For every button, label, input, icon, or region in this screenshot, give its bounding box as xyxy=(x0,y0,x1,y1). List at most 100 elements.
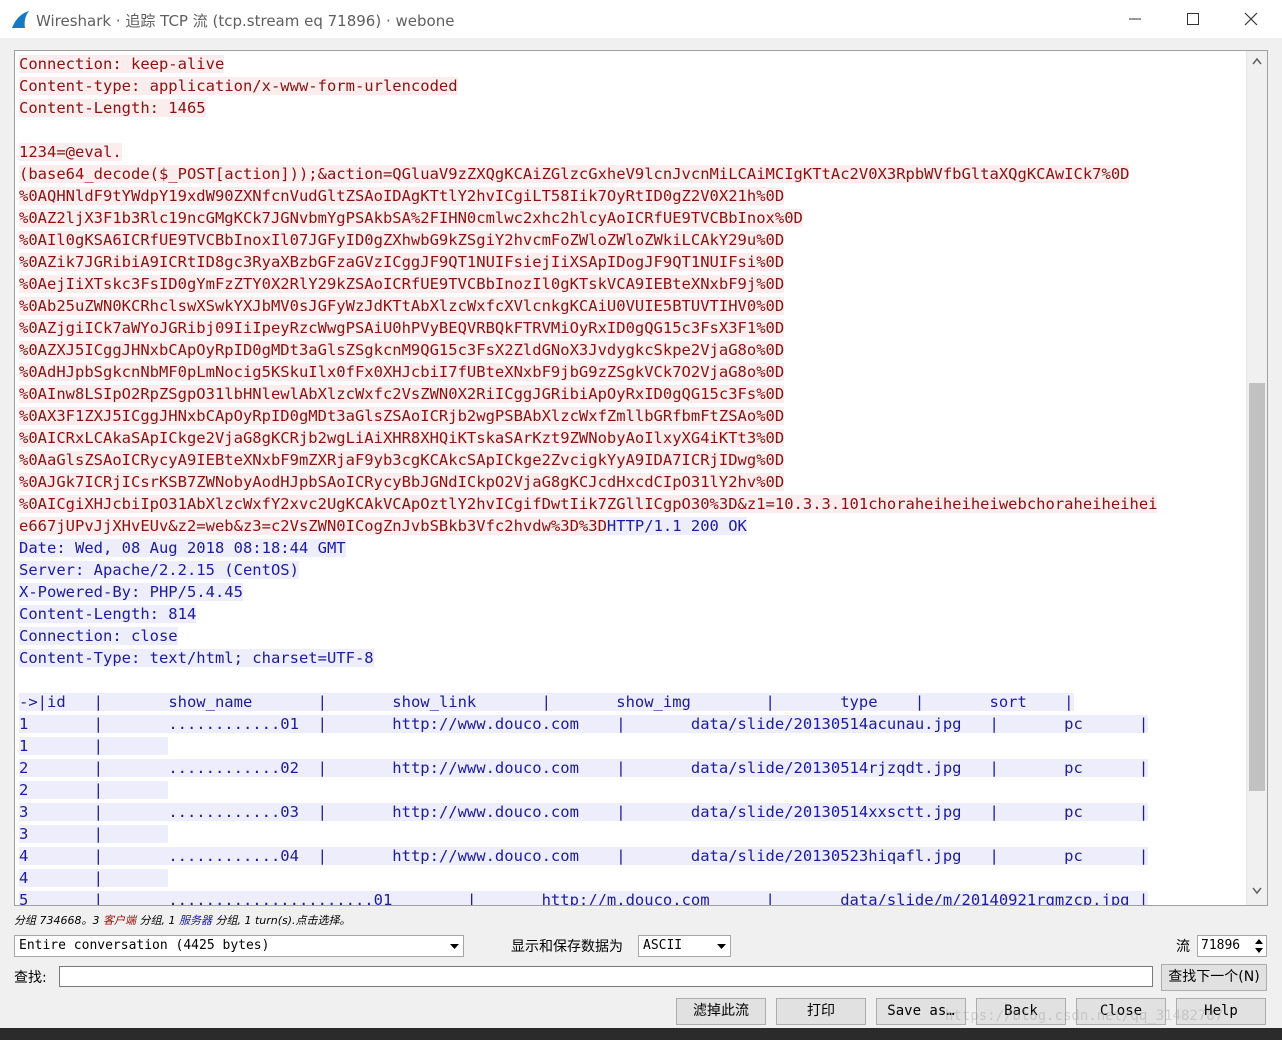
stream-line: 3 | ............03 | http://www.douco.co… xyxy=(19,801,1245,823)
stream-line: Connection: close xyxy=(19,625,1245,647)
stream-line: Date: Wed, 08 Aug 2018 08:18:44 GMT xyxy=(19,537,1245,559)
server-text: Date: Wed, 08 Aug 2018 08:18:44 GMT xyxy=(19,539,346,557)
stream-line xyxy=(19,119,1245,141)
stream-line: %0AejIiXTskc3FsID0gYmFzZTY0X2RlY29kZSAoI… xyxy=(19,273,1245,295)
stream-line: 4 | xyxy=(19,867,1245,889)
stream-line: Content-Length: 1465 xyxy=(19,97,1245,119)
server-text: 2 | xyxy=(19,781,169,799)
stream-content-view[interactable]: Connection: keep-alive Content-type: appl… xyxy=(14,50,1268,906)
stream-line: %0AICgiXHJcbiIpO31AbXlzcWxfY2xvc2UgKCAkV… xyxy=(19,493,1245,515)
stream-line: %0AaGlsZSAoICRycyA9IEBteXNxbF9mZXRjaF9yb… xyxy=(19,449,1245,471)
server-text: Server: Apache/2.2.15 (CentOS) xyxy=(19,561,299,579)
status-prefix: 分组 734668。3 xyxy=(14,914,103,927)
stream-line: %0AJGk7ICRjICsrKSB7ZWNobyAodHJpbSAoICRyc… xyxy=(19,471,1245,493)
stream-lines: Connection: keep-alive Content-type: appl… xyxy=(19,53,1245,905)
scroll-down-arrow-icon[interactable] xyxy=(1252,887,1262,895)
minimize-button[interactable] xyxy=(1106,0,1164,38)
stream-line: %0Ab25uZWN0KCRhclswXSwkYXJbMV0sJGFyWzJdK… xyxy=(19,295,1245,317)
server-text: 3 | xyxy=(19,825,169,843)
spin-down-icon[interactable] xyxy=(1255,948,1263,953)
status-suffix: 分组, 1 turn(s).点击选择。 xyxy=(211,914,351,927)
close-window-button[interactable] xyxy=(1222,0,1280,38)
status-middle: 分组, 1 xyxy=(135,914,179,927)
server-text: 4 | ............04 | http://www.douco.co… xyxy=(19,847,1149,865)
stream-line: %0AZjgiICk7aWYoJGRibj09IiIpeyRzcWwgPSAiU… xyxy=(19,317,1245,339)
stream-line: Connection: keep-alive xyxy=(19,53,1245,75)
stream-line: (base64_decode($_POST[action]));&action=… xyxy=(19,163,1245,185)
scroll-up-arrow-icon[interactable] xyxy=(1252,57,1262,65)
client-text: (base64_decode($_POST[action]));&action=… xyxy=(19,165,1130,183)
stream-line: 1234=@eval. xyxy=(19,141,1245,163)
print-button[interactable]: 打印 xyxy=(776,998,866,1025)
client-text: %0AQHNldF9tYWdpY19xdW90ZXNfcnVudGltZSAoI… xyxy=(19,187,785,205)
server-text: X-Powered-By: PHP/5.4.45 xyxy=(19,583,243,601)
find-input[interactable] xyxy=(59,966,1153,987)
server-text: Connection: close xyxy=(19,627,178,645)
client-text: %0AZik7JGRibiA9ICRtID8gc3RyaXBzbGFzaGVzI… xyxy=(19,253,785,271)
client-text: %0AejIiXTskc3FsID0gYmFzZTY0X2RlY29kZSAoI… xyxy=(19,275,785,293)
stream-line: Content-Type: text/html; charset=UTF-8 xyxy=(19,647,1245,669)
stream-line: %0AZik7JGRibiA9ICRtID8gc3RyaXBzbGFzaGVzI… xyxy=(19,251,1245,273)
stream-line: 2 | ............02 | http://www.douco.co… xyxy=(19,757,1245,779)
stream-line: 1 | ............01 | http://www.douco.co… xyxy=(19,713,1245,735)
stream-line: Content-Length: 814 xyxy=(19,603,1245,625)
client-text: %0AZXJ5ICggJHNxbCApOyRpID0gMDt3aGlsZSgkc… xyxy=(19,341,785,359)
stream-line: e667jUPvJjXHvEUv&z2=web&z3=c2VsZWN0ICogZ… xyxy=(19,515,1245,537)
stream-line xyxy=(19,669,1245,691)
taskbar-strip xyxy=(0,1028,1282,1040)
stream-line: Content-type: application/x-www-form-url… xyxy=(19,75,1245,97)
maximize-button[interactable] xyxy=(1164,0,1222,38)
client-text: %0AJGk7ICRjICsrKSB7ZWNobyAodHJpbSAoICRyc… xyxy=(19,473,785,491)
stream-line: X-Powered-By: PHP/5.4.45 xyxy=(19,581,1245,603)
stream-line: %0AInw8LSIpO2RpZSgpO31lbHNlewlAbXlzcWxfc… xyxy=(19,383,1245,405)
stream-line: 2 | xyxy=(19,779,1245,801)
stream-line: %0AQHNldF9tYWdpY19xdW90ZXNfcnVudGltZSAoI… xyxy=(19,185,1245,207)
server-text: 1 | xyxy=(19,737,169,755)
find-next-button[interactable]: 查找下一个(N) xyxy=(1161,964,1267,991)
stream-line: 4 | ............04 | http://www.douco.co… xyxy=(19,845,1245,867)
server-text: 5 | ......................01 | http://m.… xyxy=(19,891,1149,905)
spin-up-icon[interactable] xyxy=(1255,939,1263,944)
title-bar: Wireshark · 追踪 TCP 流 (tcp.stream eq 7189… xyxy=(0,0,1282,38)
stream-line: %0AIl0gKSA6ICRfUE9TVCBbInoxIl07JGFyID0gZ… xyxy=(19,229,1245,251)
stream-number-value: 71896 xyxy=(1201,938,1241,953)
format-select-value: ASCII xyxy=(643,938,683,953)
stream-number-spinbox[interactable]: 71896 xyxy=(1197,935,1267,957)
minimize-icon xyxy=(1129,18,1141,20)
data-format-select[interactable]: ASCII xyxy=(638,935,731,957)
stream-line: %0AZ2ljX3F1b3Rlc19ncGMgKCk7JGNvbmYgPSAkb… xyxy=(19,207,1245,229)
close-icon xyxy=(1244,12,1258,26)
conversation-direction-select[interactable]: Entire conversation (4425 bytes) xyxy=(14,935,464,957)
client-text: %0AICgiXHJcbiIpO31AbXlzcWxfY2xvc2UgKCAkV… xyxy=(19,495,1158,513)
client-text: %0AZ2ljX3F1b3Rlc19ncGMgKCk7JGNvbmYgPSAkb… xyxy=(19,209,803,227)
client-text: Connection: keep-alive xyxy=(19,55,225,73)
server-text: 1 | ............01 | http://www.douco.co… xyxy=(19,715,1149,733)
show-save-as-label: 显示和保存数据为 xyxy=(511,939,623,955)
client-text: %0AaGlsZSAoICRycyA9IEBteXNxbF9mZXRjaF9yb… xyxy=(19,451,785,469)
maximize-icon xyxy=(1187,13,1199,25)
stream-line: 1 | xyxy=(19,735,1245,757)
status-server-label: 服务器 xyxy=(178,914,212,927)
conversation-select-value: Entire conversation (4425 bytes) xyxy=(19,938,270,953)
server-text: HTTP/1.1 200 OK xyxy=(606,517,747,535)
stream-line: %0AdHJpbSgkcnNbMF0pLmNocig5KSkuIlx0fFx0X… xyxy=(19,361,1245,383)
server-text: 3 | ............03 | http://www.douco.co… xyxy=(19,803,1149,821)
stream-status-text: 分组 734668。3 客户端 分组, 1 服务器 分组, 1 turn(s).… xyxy=(14,912,351,928)
vertical-scrollbar[interactable] xyxy=(1246,51,1267,905)
dropdown-arrow-icon xyxy=(450,944,459,949)
watermark-text: https://blog.csdn.net/qq_31482787 xyxy=(945,1008,1224,1024)
server-text: 4 | xyxy=(19,869,169,887)
client-text: %0AZjgiICk7aWYoJGRibj09IiIpeyRzcWwgPSAiU… xyxy=(19,319,785,337)
scrollbar-thumb[interactable] xyxy=(1249,383,1265,791)
stream-line: Server: Apache/2.2.15 (CentOS) xyxy=(19,559,1245,581)
stream-line: %0AX3F1ZXJ5ICggJHNxbCApOyRpID0gMDt3aGlsZ… xyxy=(19,405,1245,427)
server-text: Content-Length: 814 xyxy=(19,605,197,623)
client-text: 1234=@eval. xyxy=(19,143,122,161)
filter-out-stream-button[interactable]: 滤掉此流 xyxy=(676,998,766,1025)
stream-line: 5 | ......................01 | http://m.… xyxy=(19,889,1245,905)
server-text: Content-Type: text/html; charset=UTF-8 xyxy=(19,649,374,667)
client-text: Content-type: application/x-www-form-url… xyxy=(19,77,458,95)
client-text: %0AdHJpbSgkcnNbMF0pLmNocig5KSkuIlx0fFx0X… xyxy=(19,363,785,381)
status-client-label: 客户端 xyxy=(102,914,136,927)
find-label: 查找: xyxy=(14,970,47,986)
